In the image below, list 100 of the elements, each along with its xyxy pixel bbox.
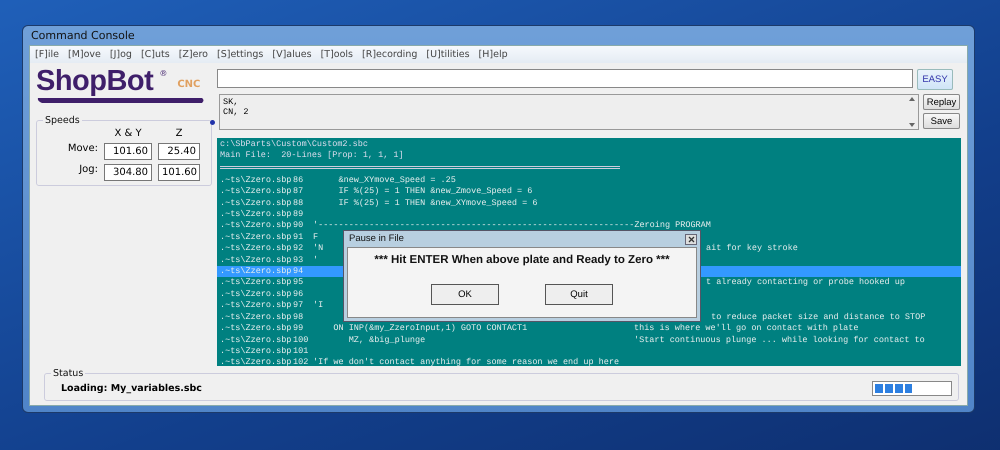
logo-suffix: CNC [177,79,200,90]
input-field[interactable]: 101.60 [104,143,152,160]
registered-mark: ® [159,69,168,78]
line-number: 90 [293,220,304,232]
action-button[interactable]: Save [923,113,960,129]
row-label: Jog: [78,164,98,175]
row-label: Move: [66,143,98,154]
history-line: SK, [223,97,240,107]
code-text: IF %(25) = 1 THEN &new_XYmove_Speed = 6 [338,198,538,210]
code-text: '--------------------------------------------------------------Zeroing PROGRAM [313,220,711,232]
line-number: 101 [293,346,310,358]
file-name: .~ts\Zzero.sbp [220,277,292,289]
code-comment: 'Start continuous plunge ... while looking for contact to [634,334,925,346]
bullet-icon [210,120,215,125]
dialog-title: Pause in File [349,233,404,245]
scrollbar[interactable] [906,95,918,129]
menu-item[interactable]: [M]ove [68,49,101,60]
console-header-line: c:\SbParts\Custom\Custom2.sbc [220,139,369,150]
code-text: 'I [313,300,324,312]
file-name: .~ts\Zzero.sbp [220,209,292,220]
console-line[interactable]: .~ts\Zzero.sbp 87 IF %(25) = 1 THEN &new_Zmove_Speed = 6 [217,186,961,198]
menu-item[interactable]: [R]ecording [362,49,418,60]
file-name: .~ts\Zzero.sbp [220,312,292,324]
console-line[interactable]: .~ts\Zzero.sbp 90 '--------------------------------------------------------------Zeroing PROGRAM [217,220,961,232]
menu-item[interactable]: [F]ile [35,49,60,60]
code-text: ' [313,254,318,266]
dialog-button[interactable]: Quit [545,284,613,306]
command-field[interactable] [217,69,913,88]
line-number: 95 [293,277,304,289]
file-name: .~ts\Zzero.sbp [220,357,292,366]
line-number: 100 [293,334,310,346]
close-icon [688,236,694,242]
code-text: t already contacting or probe hooked up [706,277,905,289]
line-number: 86 [293,174,304,186]
status-text: Loading: My_variables.sbc [61,383,202,394]
file-name: .~ts\Zzero.sbp [220,266,292,278]
line-number: 99 [293,323,304,334]
file-name: .~ts\Zzero.sbp [220,323,292,334]
menu-item[interactable]: [J]og [110,49,132,60]
menu-item[interactable]: [U]tilities [426,49,470,60]
logo-text: ShopBot [36,67,154,95]
line-number: 91 [293,232,304,244]
menu-item[interactable]: [V]alues [272,49,312,60]
line-number: 93 [293,254,304,266]
input-field[interactable]: 25.40 [158,143,200,160]
file-name: .~ts\Zzero.sbp [220,243,292,255]
easy-button[interactable]: EASY [917,69,953,90]
line-number: 102 [293,357,310,366]
console-line[interactable]: .~ts\Zzero.sbp 101 [217,346,961,358]
code-text: 'If we don't contact anything for some reason we end up here [313,357,620,366]
scroll-up-icon[interactable] [909,97,915,101]
dialog-button[interactable]: OK [431,284,499,306]
file-name: .~ts\Zzero.sbp [220,232,292,244]
history-box[interactable]: SK, CN, 2 [219,94,919,130]
code-text: F [313,232,318,244]
menu-item[interactable]: [S]ettings [217,49,264,60]
action-button[interactable]: Replay [923,94,960,110]
console-line[interactable]: .~ts\Zzero.sbp 89 [217,209,961,220]
group-title: Status [52,368,84,379]
code-text: ON INP(&my_ZzeroInput,1) GOTO CONTACT1 [332,323,528,334]
code-comment: this is where we'll go on contact with plate [634,323,858,334]
line-number: 88 [293,198,304,210]
history-line: CN, 2 [223,107,250,117]
menu-item[interactable]: [H]elp [478,49,508,60]
dialog-message: *** Hit ENTER When above plate and Ready to Zero *** [374,255,670,266]
group-title: Speeds [44,115,81,126]
file-name: .~ts\Zzero.sbp [220,254,292,266]
menu-item[interactable]: [T]ools [320,49,354,60]
scroll-down-icon[interactable] [909,123,915,127]
close-button[interactable] [685,234,697,244]
line-number: 98 [293,312,304,324]
column-header: X & Y [113,128,143,139]
code-text: 'N [313,243,324,254]
menu-item[interactable]: [Z]ero [178,49,208,60]
code-text: IF %(25) = 1 THEN &new_Zmove_Speed = 6 [338,186,532,198]
code-text: MZ, &big_plunge [348,334,426,346]
console-line[interactable]: .~ts\Zzero.sbp 88 IF %(25) = 1 THEN &new_XYmove_Speed = 6 [217,198,961,210]
file-name: .~ts\Zzero.sbp [220,346,292,358]
code-text: ait for key stroke [706,243,798,255]
console-line[interactable]: .~ts\Zzero.sbp 102 'If we don't contact anything for some reason we end up here [217,357,961,366]
line-number: 92 [293,243,304,255]
input-field[interactable]: 101.60 [158,164,200,181]
line-number: 87 [293,186,304,198]
console-line[interactable]: .~ts\Zzero.sbp 86 &new_XYmove_Speed = .25 [217,174,961,186]
line-number: 96 [293,288,304,300]
line-number: 94 [293,266,304,278]
file-name: .~ts\Zzero.sbp [220,174,292,186]
file-name: .~ts\Zzero.sbp [220,334,292,346]
line-number: 89 [293,209,304,220]
console-line[interactable]: .~ts\Zzero.sbp 99 ON INP(&my_ZzeroInput,1) GOTO CONTACT1 this is where we'll go on contact with plate [217,323,961,334]
line-number: 97 [293,300,304,312]
console-header-line: Main File: 20-Lines [Prop: 1, 1, 1] [220,150,405,162]
code-text: &new_XYmove_Speed = .25 [338,174,456,186]
file-name: .~ts\Zzero.sbp [220,198,292,210]
menu-item[interactable]: [C]uts [140,49,170,60]
logo-swoosh-icon [36,95,206,105]
file-name: .~ts\Zzero.sbp [220,186,292,198]
file-name: .~ts\Zzero.sbp [220,220,292,232]
input-field[interactable]: 304.80 [104,164,152,181]
console-line[interactable]: .~ts\Zzero.sbp 100 MZ, &big_plunge 'Start continuous plunge ... while looking for contact to [217,334,961,346]
